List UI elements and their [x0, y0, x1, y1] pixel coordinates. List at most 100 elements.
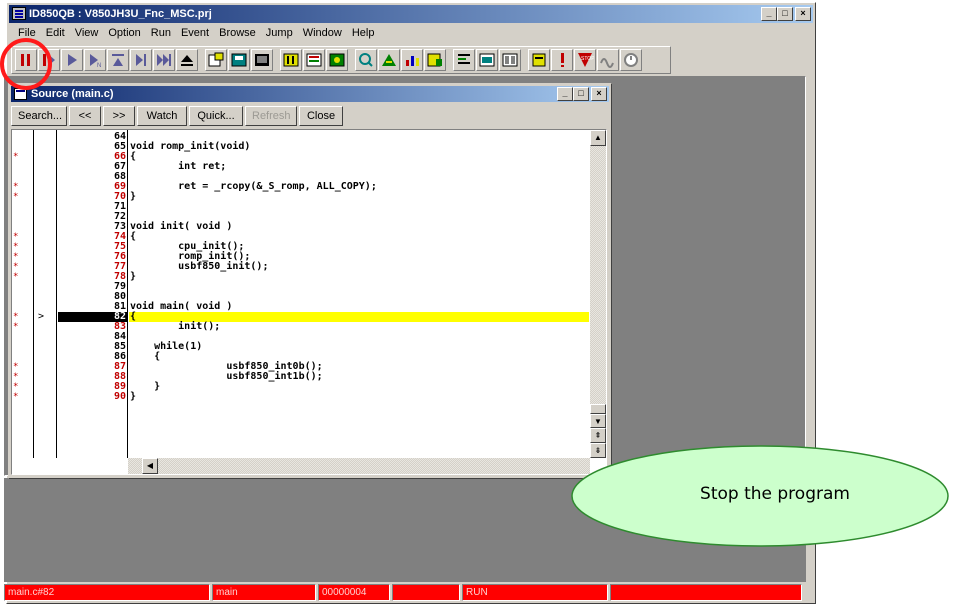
- code-line[interactable]: * 78}: [12, 272, 589, 283]
- code-line[interactable]: 85 while(1): [12, 342, 589, 352]
- quick-watch-button[interactable]: Quick...: [189, 106, 243, 126]
- source-editor[interactable]: 64 65 void romp_init(void) * 66{67 int ret; 6…: [11, 129, 607, 475]
- run-no-break-button[interactable]: N: [84, 49, 106, 71]
- code-line[interactable]: * 66{: [12, 152, 589, 163]
- code-line[interactable]: 67 int ret;: [12, 162, 589, 172]
- io-button[interactable]: [499, 49, 521, 71]
- code-line[interactable]: * 70}: [12, 192, 589, 203]
- close-button[interactable]: ×: [795, 7, 811, 21]
- scroll-thumb[interactable]: [590, 404, 606, 414]
- load-button[interactable]: [251, 49, 273, 71]
- code-line[interactable]: * >82{: [12, 312, 589, 322]
- breakpoint-marker[interactable]: *: [13, 152, 23, 162]
- breakpoint-marker[interactable]: *: [13, 312, 23, 322]
- break-button[interactable]: STOP: [574, 49, 596, 71]
- code-line[interactable]: 79: [12, 282, 589, 292]
- coverage-button[interactable]: [401, 49, 423, 71]
- source-maximize-button[interactable]: □: [573, 87, 589, 101]
- scroll-left-button[interactable]: ◀: [142, 458, 158, 474]
- vertical-scrollbar[interactable]: ▲ ▼ ⇞ ⇟: [590, 130, 606, 458]
- code-line[interactable]: * 74{: [12, 232, 589, 243]
- svg-text:STOP: STOP: [581, 56, 594, 62]
- breakpoint-marker[interactable]: *: [13, 322, 23, 332]
- back-button[interactable]: <<: [69, 106, 101, 126]
- save-button[interactable]: [228, 49, 250, 71]
- maximize-button[interactable]: □: [777, 7, 793, 21]
- menu-help[interactable]: Help: [347, 24, 380, 42]
- menu-run[interactable]: Run: [146, 24, 176, 42]
- scroll-down-button[interactable]: ▼: [590, 414, 606, 428]
- step-over-button[interactable]: [130, 49, 152, 71]
- code-line[interactable]: 84: [12, 332, 589, 342]
- menu-window[interactable]: Window: [298, 24, 347, 42]
- close-source-button[interactable]: Close: [299, 106, 343, 126]
- svg-text:N: N: [97, 63, 101, 69]
- breakpoint-marker[interactable]: *: [13, 182, 23, 192]
- page-up-button[interactable]: ⇞: [590, 428, 606, 443]
- minimize-button[interactable]: _: [761, 7, 777, 21]
- scroll-up-button[interactable]: ▲: [590, 130, 606, 146]
- forward-button[interactable]: >>: [103, 106, 135, 126]
- watch-source-button[interactable]: Watch: [137, 106, 187, 126]
- code-line[interactable]: * 75 cpu_init();: [12, 242, 589, 253]
- breakpoint-marker[interactable]: *: [13, 272, 23, 282]
- code-line[interactable]: 71: [12, 202, 589, 212]
- source-minimize-button[interactable]: _: [557, 87, 573, 101]
- assemble-button[interactable]: [476, 49, 498, 71]
- menu-browse[interactable]: Browse: [214, 24, 261, 42]
- menu-view[interactable]: View: [70, 24, 104, 42]
- refresh-button[interactable]: Refresh: [245, 106, 297, 126]
- breakpoint-marker[interactable]: *: [13, 372, 23, 382]
- timer-button[interactable]: [620, 49, 642, 71]
- menu-option[interactable]: Option: [103, 24, 145, 42]
- code-line[interactable]: * 90}: [12, 392, 589, 403]
- register-button[interactable]: [303, 49, 325, 71]
- code-line[interactable]: 65 void romp_init(void): [12, 142, 589, 152]
- code-line[interactable]: 81 void main( void ): [12, 302, 589, 312]
- page-down-button[interactable]: ⇟: [590, 443, 606, 458]
- code-line[interactable]: * 77 usbf850_init();: [12, 262, 589, 273]
- watch-icon: [329, 53, 345, 67]
- source-button[interactable]: [453, 49, 475, 71]
- breakpoint-marker[interactable]: *: [13, 262, 23, 272]
- open-file-button[interactable]: [205, 49, 227, 71]
- step-in-button[interactable]: [107, 49, 129, 71]
- restart-button[interactable]: [176, 49, 198, 71]
- code-line[interactable]: 73 void init( void ): [12, 222, 589, 232]
- breakpoint-marker[interactable]: *: [13, 362, 23, 372]
- code-line[interactable]: 64: [12, 132, 589, 142]
- search-source-button[interactable]: Search...: [11, 106, 67, 126]
- return-out-button[interactable]: [153, 49, 175, 71]
- breakpoint-marker[interactable]: *: [13, 382, 23, 392]
- wave-button[interactable]: [597, 49, 619, 71]
- code-line[interactable]: * 76 romp_init();: [12, 252, 589, 263]
- breakpoint-marker[interactable]: *: [13, 242, 23, 252]
- trace-button[interactable]: [378, 49, 400, 71]
- code-line[interactable]: * 89 }: [12, 382, 589, 393]
- alert-button[interactable]: [551, 49, 573, 71]
- run-button[interactable]: [61, 49, 83, 71]
- status-address: 00000004: [318, 584, 390, 601]
- search-button[interactable]: [355, 49, 377, 71]
- watch-button[interactable]: [326, 49, 348, 71]
- breakpoint-marker[interactable]: *: [13, 252, 23, 262]
- breakpoint-marker[interactable]: *: [13, 392, 23, 402]
- code-line[interactable]: * 83 init();: [12, 322, 589, 333]
- menu-edit[interactable]: Edit: [41, 24, 70, 42]
- stack-button[interactable]: [528, 49, 550, 71]
- menu-file[interactable]: File: [13, 24, 41, 42]
- menu-event[interactable]: Event: [176, 24, 214, 42]
- horizontal-scrollbar[interactable]: ◀: [128, 458, 590, 474]
- code-line[interactable]: 72: [12, 212, 589, 222]
- code-line[interactable]: * 88 usbf850_int1b();: [12, 372, 589, 383]
- stop-button[interactable]: [15, 49, 37, 71]
- memory-button[interactable]: [280, 49, 302, 71]
- menu-jump[interactable]: Jump: [261, 24, 298, 42]
- event-button[interactable]: [424, 49, 446, 71]
- code-line[interactable]: * 69 ret = _rcopy(&_S_romp, ALL_COPY);: [12, 182, 589, 193]
- code-line[interactable]: 80: [12, 292, 589, 302]
- breakpoint-marker[interactable]: *: [13, 192, 23, 202]
- source-close-button[interactable]: ×: [591, 87, 607, 101]
- reset-button[interactable]: [38, 49, 60, 71]
- breakpoint-marker[interactable]: *: [13, 232, 23, 242]
